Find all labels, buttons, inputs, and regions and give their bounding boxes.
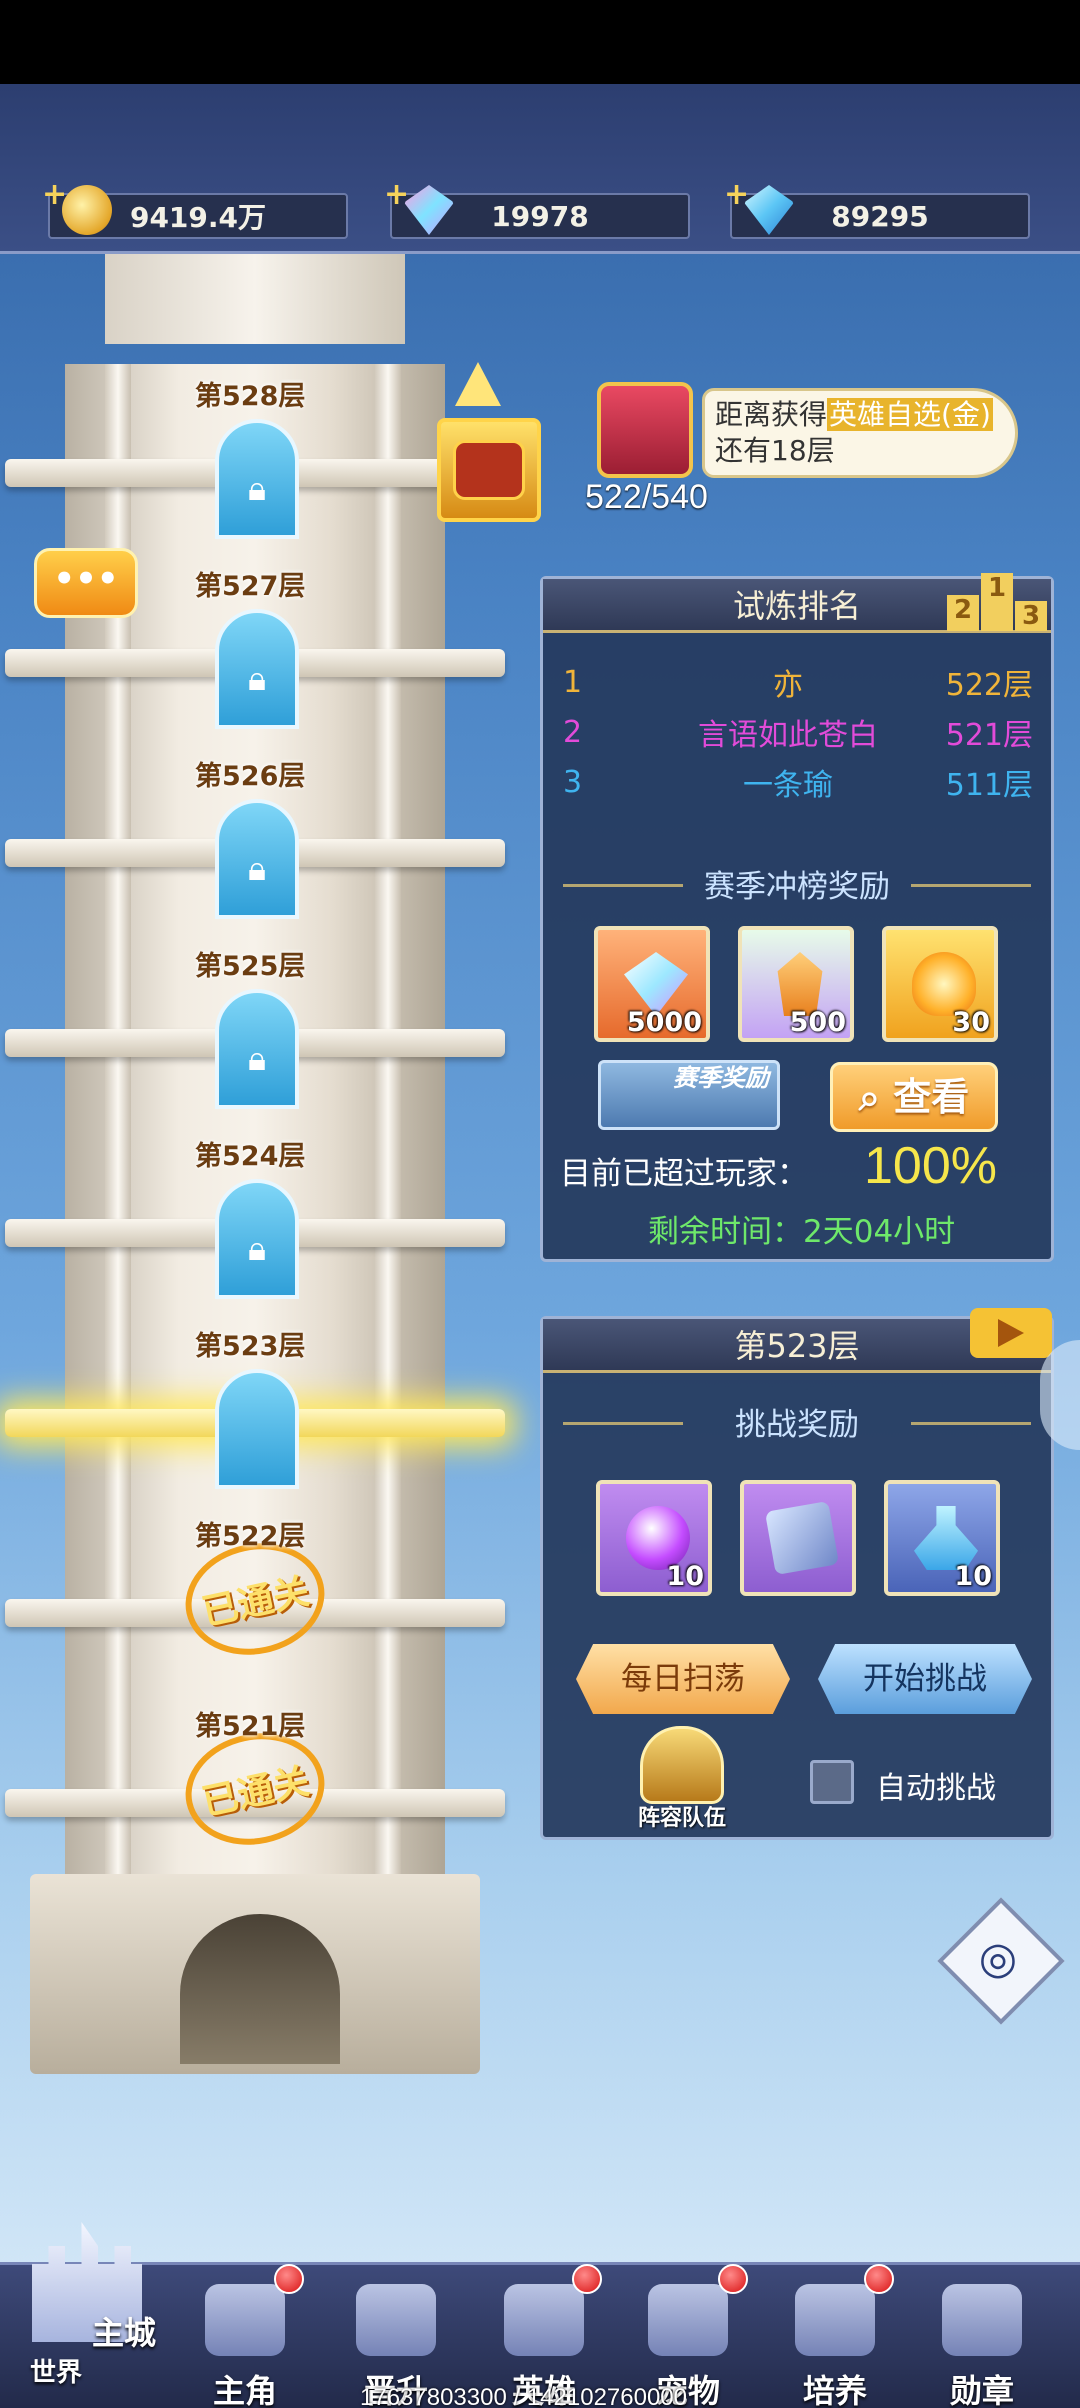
progress-count: 522/540 (585, 478, 708, 516)
search-icon: ⌕ (858, 1075, 881, 1119)
notification-dot (274, 2264, 304, 2294)
tower-floor-524[interactable]: 🔒︎ 第524层 (5, 1124, 505, 1314)
surpass-label: 目前已超过玩家： (560, 1156, 808, 1192)
reward-highlight: 英雄自选(金) (827, 398, 993, 431)
rainbow-gem-icon (404, 185, 454, 235)
gold-value: 9419.4万 (129, 201, 267, 234)
diamond-resource[interactable]: + 89295 (724, 177, 1030, 239)
nav-hero[interactable]: 主角 (185, 2284, 305, 2408)
tower-floor-522[interactable]: 已通关 第522层 (5, 1504, 505, 1694)
season-reward-title: 赛季冲榜奖励 (543, 861, 1051, 906)
floor-label: 第522层 (195, 1521, 306, 1552)
tower: 🔒︎ 第528层 🔒︎ 第527层 🔒︎ 第526层 🔒︎ 第525层 🔒︎ 第… (0, 254, 510, 2074)
rank-row-1: 1 亦 522层 (563, 664, 1033, 704)
compass-icon (795, 2284, 875, 2356)
tower-floor-525[interactable]: 🔒︎ 第525层 (5, 934, 505, 1124)
challenge-reward-2[interactable] (740, 1480, 856, 1596)
challenge-reward-3[interactable]: 10 (884, 1480, 1000, 1596)
floor-label: 第523层 (195, 1331, 306, 1362)
gem-value: 19978 (491, 199, 589, 233)
podium-icon[interactable]: 2 1 3 (947, 569, 1047, 631)
nav-train[interactable]: 培养 (775, 2284, 895, 2408)
chat-bubble-icon[interactable]: ••• (34, 548, 138, 618)
add-gem-icon[interactable]: + (384, 177, 409, 212)
lock-icon: 🔒︎ (247, 469, 267, 509)
auto-challenge-checkbox[interactable] (810, 1760, 854, 1804)
floor-label: 第521层 (195, 1711, 306, 1742)
tower-floor-526[interactable]: 🔒︎ 第526层 (5, 744, 505, 934)
blue-diamond-icon (744, 185, 794, 235)
helmet-icon (504, 2284, 584, 2356)
hero-head-icon (205, 2284, 285, 2356)
floor-label: 第524层 (195, 1141, 306, 1172)
auto-challenge-label: 自动挑战 (876, 1771, 996, 1806)
world-button[interactable]: 主城 世界 (10, 2222, 160, 2392)
notification-dot (864, 2264, 894, 2294)
lock-icon: 🔒︎ (247, 1039, 267, 1079)
lock-icon: 🔒︎ (247, 659, 267, 699)
lineup-button[interactable]: 阵容队伍 (630, 1726, 734, 1831)
lock-icon: 🔒︎ (247, 849, 267, 889)
challenge-reward-1[interactable]: 10 (596, 1480, 712, 1596)
season-reward-3[interactable]: 30 (882, 926, 998, 1042)
floor-label: 第528层 (195, 381, 306, 412)
surpass-value: 100% (864, 1137, 997, 1195)
floor-label: 第525层 (195, 951, 306, 982)
notification-dot (718, 2264, 748, 2294)
notification-dot (572, 2264, 602, 2294)
floor-label: 第526层 (195, 761, 306, 792)
tower-floor-521[interactable]: 已通关 第521层 (5, 1694, 505, 1884)
floor-label: 第527层 (195, 571, 306, 602)
floor-door (215, 1369, 299, 1489)
progress-tooltip: 距离获得英雄自选(金)还有18层 (702, 388, 1018, 478)
rank-row-2: 2 言语如此苍白 521层 (563, 714, 1033, 754)
wings-emblem-icon (356, 2284, 436, 2356)
add-diamond-icon[interactable]: + (724, 177, 749, 212)
status-bar (0, 0, 1080, 84)
start-challenge-button[interactable]: 开始挑战 (818, 1644, 1032, 1714)
eye-emblem-icon: ◎ (978, 1933, 1018, 1985)
season-reward-button[interactable]: 赛季奖励 (598, 1060, 780, 1130)
tower-floor-528[interactable]: 🔒︎ 第528层 (5, 364, 505, 554)
video-play-icon[interactable] (970, 1308, 1052, 1358)
gold-coin-icon (62, 185, 112, 235)
tower-floor-523[interactable]: 第523层 (5, 1314, 505, 1504)
rank-row-3: 3 一条瑜 511层 (563, 764, 1033, 804)
challenge-reward-title: 挑战奖励 (543, 1399, 1051, 1444)
daily-sweep-button[interactable]: 每日扫荡 (576, 1644, 790, 1714)
gold-resource[interactable]: + 9419.4万 (42, 177, 348, 239)
season-reward-2[interactable]: 500 (738, 926, 854, 1042)
tower-base (30, 1874, 480, 2074)
hero-chest-icon[interactable] (597, 382, 693, 478)
footer-counter: 17637803300 / 142102760000 (360, 2384, 687, 2408)
rainbow-gem-resource[interactable]: + 19978 (384, 177, 690, 239)
lock-icon: 🔒︎ (247, 1229, 267, 1269)
view-button[interactable]: ⌕ 查看 (830, 1062, 998, 1132)
diamond-value: 89295 (831, 199, 929, 233)
nav-medal[interactable]: 勋章 (922, 2284, 1042, 2408)
season-reward-1[interactable]: 5000 (594, 926, 710, 1042)
beast-icon (648, 2284, 728, 2356)
shield-star-icon (640, 1726, 724, 1804)
floor-treasure-chest-icon[interactable] (437, 418, 541, 522)
rune-card-icon (764, 1500, 840, 1576)
remaining-time: 剩余时间：2天04小时 (648, 1214, 956, 1250)
tower-top (105, 254, 405, 344)
medal-icon (942, 2284, 1022, 2356)
menu-diamond-button[interactable]: ◎ (937, 1897, 1065, 2025)
